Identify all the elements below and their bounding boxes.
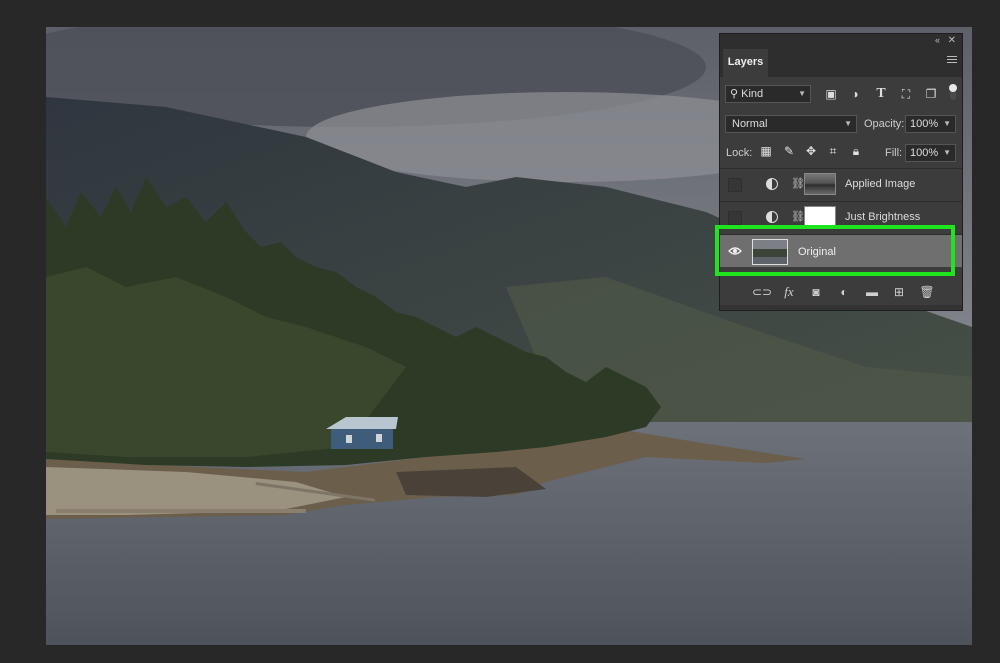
layer-mask-icon[interactable]: ◙: [808, 284, 824, 300]
type-filter-icon[interactable]: T: [874, 87, 888, 101]
lock-artboard-icon[interactable]: ⌗: [826, 144, 840, 158]
fill-label: Fill:: [885, 147, 903, 159]
opacity-value: 100%: [910, 118, 939, 130]
layer-name[interactable]: Just Brightness: [845, 211, 920, 223]
opacity-label: Opacity:: [864, 118, 905, 130]
shape-filter-icon[interactable]: ⛶: [899, 87, 913, 101]
panel-tab-row: Layers: [720, 47, 962, 77]
chevron-down-icon: ▼: [844, 119, 852, 128]
lock-label: Lock:: [726, 147, 753, 159]
new-adjustment-icon[interactable]: ◐: [836, 284, 852, 300]
highlight-annotation: [715, 225, 955, 276]
fx-icon[interactable]: fx: [781, 284, 797, 300]
panel-resize-grip[interactable]: [720, 305, 962, 310]
link-icon[interactable]: ⛓: [791, 209, 805, 225]
opacity-field[interactable]: 100% ▼: [905, 115, 956, 133]
lock-transparent-pixels-icon[interactable]: ▦: [759, 144, 773, 158]
adjustment-layer-icon: [766, 211, 778, 223]
blend-mode-select[interactable]: Normal ▼: [725, 115, 857, 133]
visibility-toggle[interactable]: [728, 178, 742, 192]
adjustment-layer-icon: [766, 178, 778, 190]
lock-position-icon[interactable]: ✥: [804, 144, 818, 158]
visibility-toggle[interactable]: [728, 211, 742, 225]
new-layer-icon[interactable]: ⊞: [891, 284, 907, 300]
blend-mode-value: Normal: [732, 118, 768, 130]
adjustment-filter-icon[interactable]: ◑: [848, 87, 862, 101]
layer-name[interactable]: Applied Image: [845, 178, 915, 190]
panel-menu-icon[interactable]: [947, 54, 957, 65]
collapse-panel-icon[interactable]: «: [935, 34, 940, 47]
lock-image-pixels-icon[interactable]: ✎: [782, 144, 796, 158]
close-panel-icon[interactable]: ✕: [948, 34, 956, 47]
link-layers-icon[interactable]: ⊂⊃: [752, 284, 772, 300]
smart-object-filter-icon[interactable]: ❐: [924, 87, 938, 101]
panel-title-bar[interactable]: « ✕: [720, 34, 962, 47]
layer-thumbnail[interactable]: [804, 173, 836, 195]
delete-layer-icon[interactable]: 🗑︎: [919, 284, 935, 300]
chevron-down-icon: ▼: [798, 89, 806, 98]
new-group-icon[interactable]: ▬: [864, 284, 880, 300]
layer-row[interactable]: ⛓ Applied Image: [720, 168, 962, 201]
image-filter-icon[interactable]: ▣: [824, 87, 838, 101]
kind-filter-select[interactable]: ⚲ Kind ▼: [725, 85, 811, 103]
tab-layers[interactable]: Layers: [723, 49, 768, 77]
chevron-down-icon[interactable]: ▼: [943, 116, 951, 132]
fill-field[interactable]: 100% ▼: [905, 144, 956, 162]
fill-value: 100%: [910, 147, 939, 159]
chevron-down-icon[interactable]: ▼: [943, 145, 951, 161]
layers-footer-toolbar: ⊂⊃ fx ◙ ◐ ▬ ⊞ 🗑︎: [720, 280, 962, 304]
filter-toggle-switch[interactable]: [949, 84, 957, 100]
link-icon[interactable]: ⛓: [791, 176, 805, 192]
search-icon: ⚲: [730, 88, 739, 100]
lock-all-icon[interactable]: 🔒︎: [849, 144, 863, 158]
kind-filter-label: Kind: [741, 88, 764, 100]
